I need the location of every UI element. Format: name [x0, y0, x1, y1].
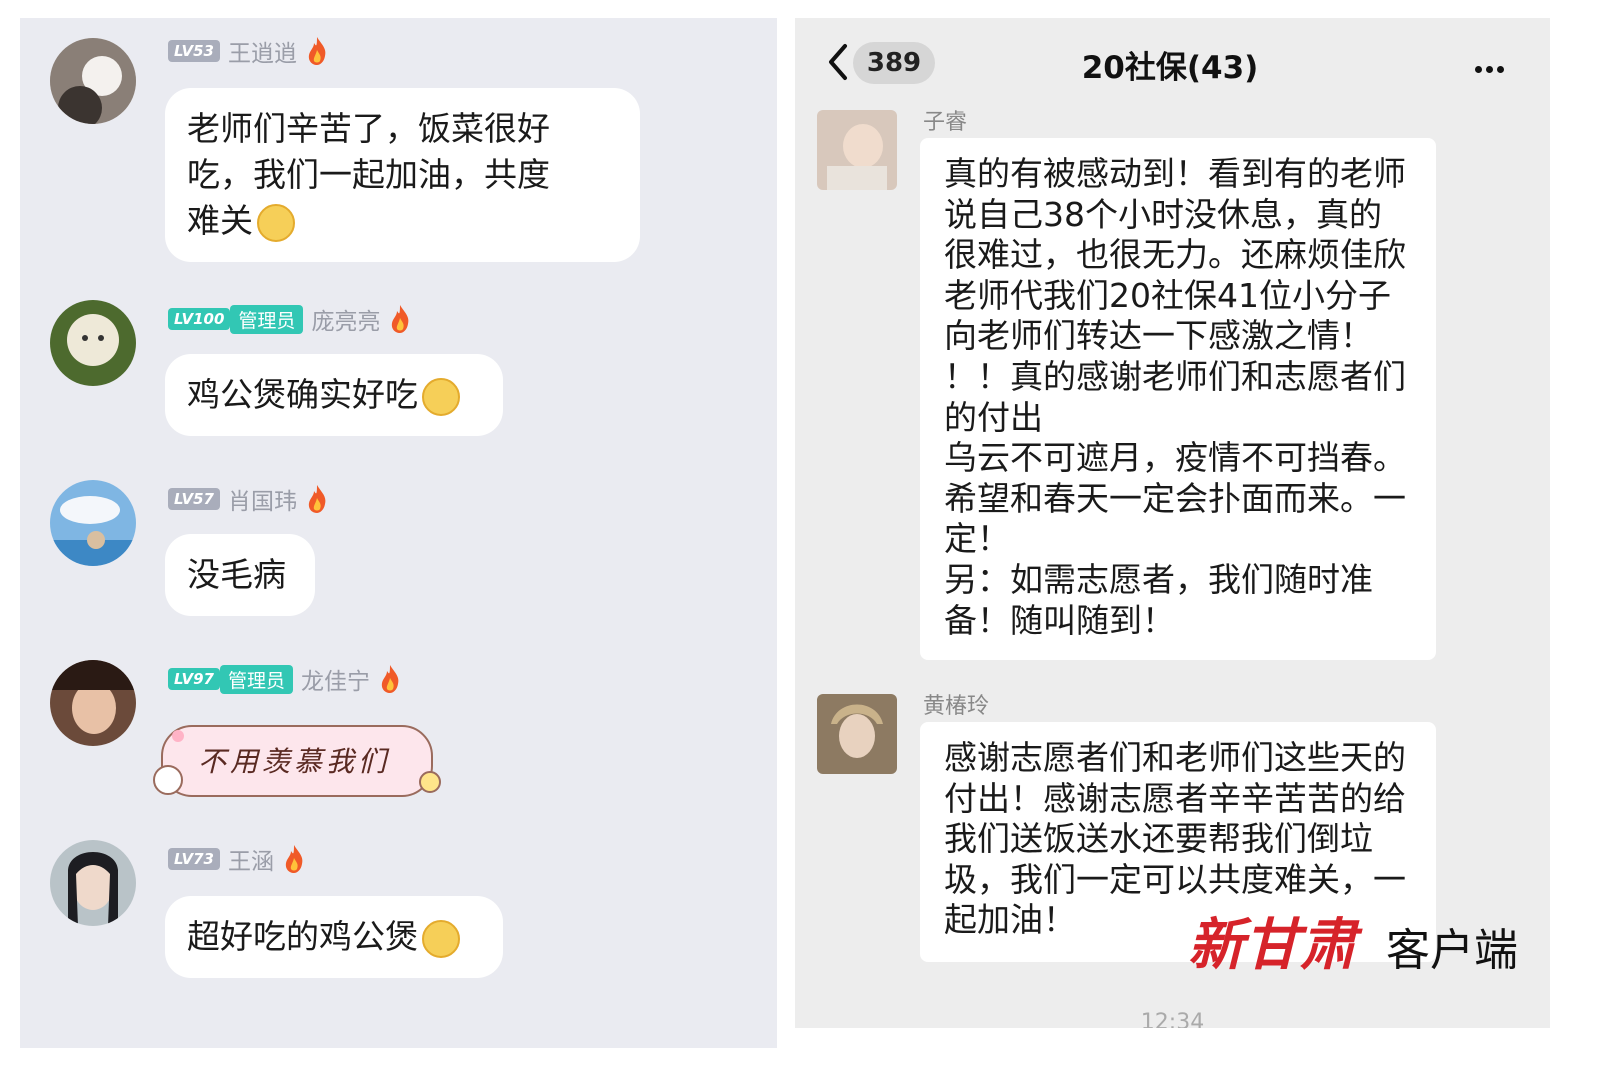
- message-bubble[interactable]: 老师们辛苦了，饭菜很好 吃，我们一起加油，共度 难关: [165, 88, 640, 262]
- message-bubble[interactable]: 鸡公煲确实好吃: [165, 354, 503, 436]
- level-badge: LV100: [168, 308, 231, 330]
- fist-emoji-icon: [257, 203, 295, 242]
- message-text: 老师们辛苦了，饭菜很好 吃，我们一起加油，共度 难关: [187, 109, 550, 240]
- sticker-text: 不用羡慕我们: [198, 745, 391, 778]
- avatar[interactable]: [817, 110, 897, 190]
- sender-meta: LV73 王涵: [168, 842, 306, 876]
- flame-icon: [285, 845, 303, 873]
- flame-icon: [381, 665, 399, 693]
- avatar[interactable]: [50, 840, 136, 926]
- timestamp: 12:34: [1140, 1010, 1205, 1028]
- sender-meta: LV97 管理员 龙佳宁: [168, 662, 402, 696]
- avatar[interactable]: [50, 300, 136, 386]
- unread-count-badge[interactable]: 389: [853, 42, 935, 84]
- sender-name[interactable]: 肖国玮: [228, 482, 297, 516]
- sender-meta: LV53 王逍逍: [168, 34, 329, 68]
- watermark-brand: 新甘肃: [1188, 912, 1356, 978]
- watermark-suffix: 客户端: [1386, 925, 1518, 976]
- level-badge: LV97: [168, 668, 220, 690]
- message-bubble[interactable]: 没毛病: [165, 534, 315, 616]
- flame-icon: [392, 305, 409, 333]
- sender-meta: LV57 肖国玮: [168, 482, 329, 516]
- flame-icon: [308, 485, 326, 513]
- chat-header: 389 20社保(43): [795, 18, 1550, 106]
- sender-meta: LV100 管理员 庞亮亮: [168, 302, 412, 336]
- watermark-logo: 新甘肃 客户端: [1188, 898, 1548, 986]
- message-bubble[interactable]: 超好吃的鸡公煲: [165, 896, 503, 978]
- message-text: 鸡公煲确实好吃: [187, 375, 418, 414]
- level-badge: LV53: [168, 40, 220, 62]
- sender-name[interactable]: 龙佳宁: [301, 662, 370, 696]
- message-text: 真的有被感动到！看到有的老师 说自己38个小时没休息，真的 很难过，也很无力。还…: [944, 154, 1406, 640]
- sender-name[interactable]: 庞亮亮: [311, 302, 380, 336]
- chat-title: 20社保(43): [1081, 50, 1259, 86]
- sender-name[interactable]: 子睿: [923, 104, 967, 136]
- avatar[interactable]: [50, 38, 136, 124]
- back-arrow-icon[interactable]: [823, 42, 853, 82]
- level-badge: LV57: [168, 488, 220, 510]
- message-text: 超好吃的鸡公煲: [187, 917, 418, 956]
- flame-icon: [308, 37, 326, 65]
- wechat-group-chat-panel: 389 20社保(43) 子睿 真的有被感动到！看到有的老师 说自己38个小时没…: [795, 18, 1550, 1028]
- avatar[interactable]: [50, 660, 136, 746]
- admin-badge: 管理员: [230, 304, 304, 334]
- message-text: 没毛病: [187, 555, 286, 594]
- qq-group-chat-panel: LV53 王逍逍 老师们辛苦了，饭菜很好 吃，我们一起加油，共度 难关 LV10…: [20, 18, 777, 1048]
- grin-emoji-icon: [422, 919, 460, 958]
- admin-badge: 管理员: [219, 664, 293, 694]
- sender-name[interactable]: 王逍逍: [228, 34, 297, 68]
- more-options-icon[interactable]: [1475, 58, 1508, 77]
- message-bubble[interactable]: 真的有被感动到！看到有的老师 说自己38个小时没休息，真的 很难过，也很无力。还…: [920, 138, 1436, 660]
- sticker-message[interactable]: 不用羡慕我们: [148, 718, 448, 808]
- avatar[interactable]: [50, 480, 136, 566]
- dog-emoji-icon: [422, 377, 460, 416]
- avatar[interactable]: [817, 694, 897, 774]
- sender-name[interactable]: 黄椿玲: [923, 688, 989, 720]
- sender-name[interactable]: 王涵: [228, 842, 274, 876]
- level-badge: LV73: [168, 848, 220, 870]
